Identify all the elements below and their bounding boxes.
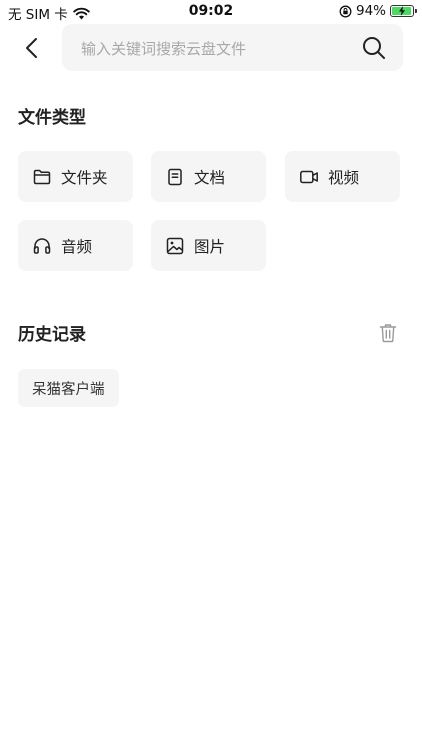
- chevron-left-icon: [26, 38, 37, 58]
- image-icon: [165, 236, 185, 256]
- battery-charging-icon: [390, 5, 417, 17]
- type-document-label: 文档: [194, 168, 226, 187]
- clear-history-button[interactable]: [378, 322, 398, 344]
- search-icon[interactable]: [361, 35, 387, 61]
- type-audio-label: 音频: [61, 237, 93, 256]
- file-types-title: 文件类型: [18, 108, 86, 128]
- type-audio-button[interactable]: 音频: [18, 220, 133, 271]
- type-folder-button[interactable]: 文件夹: [18, 151, 133, 202]
- battery-percent: 94%: [355, 3, 386, 19]
- type-video-label: 视频: [328, 168, 360, 187]
- trash-icon: [379, 324, 397, 343]
- headphones-icon: [32, 236, 52, 256]
- type-document-button[interactable]: 文档: [151, 151, 266, 202]
- document-icon: [165, 167, 185, 187]
- video-icon: [299, 167, 319, 187]
- status-right: 94%: [339, 3, 417, 19]
- search-box[interactable]: [62, 24, 403, 73]
- type-image-label: 图片: [194, 237, 226, 256]
- search-input[interactable]: [79, 24, 353, 73]
- folder-icon: [32, 167, 52, 187]
- orientation-lock-icon: [339, 5, 352, 18]
- back-button[interactable]: [18, 34, 46, 62]
- type-video-button[interactable]: 视频: [285, 151, 400, 202]
- history-title: 历史记录: [18, 325, 86, 345]
- type-folder-label: 文件夹: [61, 168, 108, 187]
- battery-tip: [415, 9, 417, 13]
- history-item[interactable]: 呆猫客户端: [18, 369, 119, 407]
- status-bar: 无 SIM 卡 09:02 94%: [0, 0, 422, 23]
- type-image-button[interactable]: 图片: [151, 220, 266, 271]
